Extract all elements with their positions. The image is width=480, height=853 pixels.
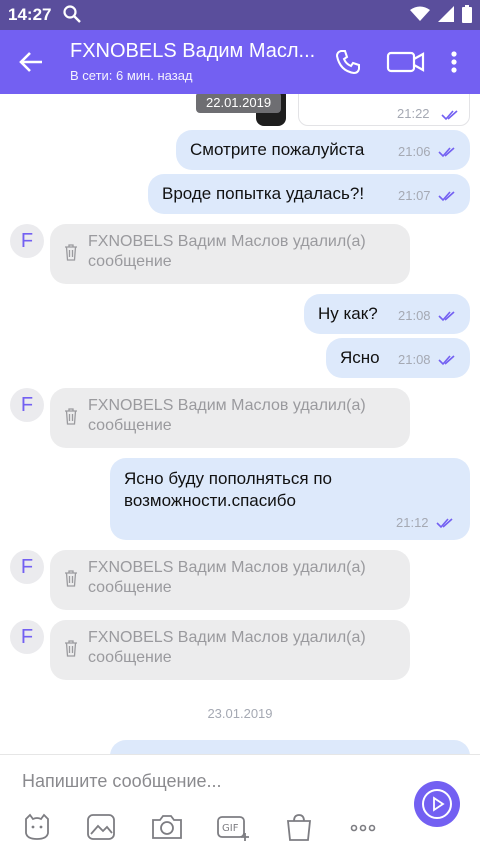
svg-text:GIF: GIF bbox=[222, 823, 239, 834]
message-text: Смотрите пожалуйста bbox=[190, 140, 365, 159]
message-time: 21:06 bbox=[398, 144, 431, 159]
avatar[interactable]: F bbox=[10, 224, 44, 258]
message-time: 21:07 bbox=[398, 188, 431, 203]
message-time: 21:22 bbox=[397, 106, 430, 121]
read-ticks-icon bbox=[436, 518, 453, 529]
outgoing-message[interactable]: Ясно буду пополняться по возможности.спа… bbox=[110, 458, 470, 540]
message-input[interactable]: Напишите сообщение... bbox=[22, 771, 222, 792]
camera-icon[interactable] bbox=[150, 811, 184, 843]
message-text: Ну как? bbox=[318, 304, 378, 323]
battery-icon bbox=[462, 5, 472, 23]
gallery-icon[interactable] bbox=[84, 811, 118, 843]
gif-icon[interactable]: GIF bbox=[216, 811, 250, 843]
read-ticks-icon bbox=[438, 311, 455, 322]
deleted-message[interactable]: FXNOBELS Вадим Маслов удалил(а) сообщени… bbox=[50, 224, 410, 284]
message-text: Ясно буду пополняться по возможности.спа… bbox=[124, 469, 332, 510]
app-bar: FXNOBELS Вадим Масл... В сети: 6 мин. на… bbox=[0, 30, 480, 94]
avatar[interactable]: F bbox=[10, 388, 44, 422]
chat-area[interactable]: 21:22 22.01.2019 Смотрите пожалуйста 21:… bbox=[0, 94, 480, 754]
date-separator: 22.01.2019 bbox=[196, 94, 282, 113]
previous-message-partial: 21:22 bbox=[298, 94, 470, 126]
read-ticks-icon bbox=[438, 355, 455, 366]
deleted-message[interactable]: FXNOBELS Вадим Маслов удалил(а) сообщени… bbox=[50, 550, 410, 610]
status-time: 14:27 bbox=[8, 5, 52, 24]
status-bar: 14:27 bbox=[0, 0, 480, 30]
send-icon bbox=[433, 796, 445, 812]
composer-toolbar: GIF bbox=[0, 807, 400, 847]
read-ticks-icon bbox=[438, 147, 455, 158]
deleted-message-text: FXNOBELS Вадим Маслов удалил(а) сообщени… bbox=[88, 559, 366, 596]
avatar[interactable]: F bbox=[10, 620, 44, 654]
trash-icon bbox=[65, 640, 77, 657]
sticker-icon[interactable] bbox=[20, 811, 54, 843]
more-horiz-icon[interactable] bbox=[346, 811, 380, 843]
message-text: Ясно bbox=[340, 348, 380, 367]
outgoing-message[interactable]: Ну как? 21:08 bbox=[304, 294, 470, 334]
outgoing-message[interactable]: Ясно 21:08 bbox=[326, 338, 470, 378]
phone-icon[interactable] bbox=[332, 46, 364, 78]
message-time: 21:08 bbox=[398, 352, 431, 367]
composer: Напишите сообщение... GIF bbox=[0, 754, 480, 853]
date-separator: 23.01.2019 bbox=[207, 706, 273, 721]
next-message-partial bbox=[110, 740, 470, 754]
read-ticks-icon bbox=[441, 110, 458, 121]
more-vert-icon[interactable] bbox=[442, 46, 466, 78]
search-icon bbox=[63, 5, 81, 23]
read-ticks-icon bbox=[438, 191, 455, 202]
trash-icon bbox=[65, 408, 77, 425]
message-time: 21:08 bbox=[398, 308, 431, 323]
trash-icon bbox=[65, 570, 77, 587]
chat-title[interactable]: FXNOBELS Вадим Масл... bbox=[70, 40, 320, 63]
message-time: 21:12 bbox=[396, 515, 429, 530]
back-arrow-icon[interactable] bbox=[14, 46, 50, 78]
avatar[interactable]: F bbox=[10, 550, 44, 584]
signal-icon bbox=[438, 6, 454, 22]
send-button[interactable] bbox=[414, 781, 460, 827]
deleted-message[interactable]: FXNOBELS Вадим Маслов удалил(а) сообщени… bbox=[50, 620, 410, 680]
trash-icon bbox=[65, 244, 77, 261]
shop-icon[interactable] bbox=[282, 811, 316, 843]
outgoing-message[interactable]: Вроде попытка удалась?! 21:07 bbox=[148, 174, 470, 214]
outgoing-message[interactable]: Смотрите пожалуйста 21:06 bbox=[176, 130, 470, 170]
deleted-message-text: FXNOBELS Вадим Маслов удалил(а) сообщени… bbox=[88, 233, 366, 270]
message-text: Вроде попытка удалась?! bbox=[162, 184, 365, 203]
deleted-message[interactable]: FXNOBELS Вадим Маслов удалил(а) сообщени… bbox=[50, 388, 410, 448]
deleted-message-text: FXNOBELS Вадим Маслов удалил(а) сообщени… bbox=[88, 629, 366, 666]
chat-status: В сети: 6 мин. назад bbox=[70, 68, 193, 83]
video-icon[interactable] bbox=[386, 46, 426, 78]
deleted-message-text: FXNOBELS Вадим Маслов удалил(а) сообщени… bbox=[88, 397, 366, 434]
wifi-icon bbox=[410, 6, 430, 21]
